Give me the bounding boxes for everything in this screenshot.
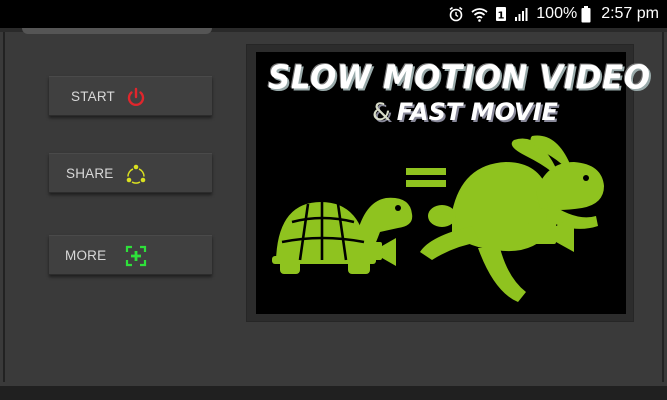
app-content: START SHARE MORE SLOW MOTION VIDEO & FAS… xyxy=(0,28,667,400)
power-icon xyxy=(125,86,147,108)
add-more-icon xyxy=(125,245,147,267)
right-edge-line xyxy=(662,32,664,382)
clock-time: 2:57 pm xyxy=(601,5,659,22)
svg-text:1: 1 xyxy=(498,11,505,22)
poster-title: SLOW MOTION VIDEO xyxy=(268,59,651,97)
top-tab-indicator xyxy=(22,28,212,34)
start-button[interactable]: START xyxy=(49,76,212,116)
signal-icon xyxy=(514,7,529,21)
share-label: SHARE xyxy=(66,165,114,181)
wifi-icon xyxy=(471,7,488,22)
poster-subtitle-line: & FAST MOVIE xyxy=(372,98,558,126)
bottom-bar xyxy=(0,386,667,400)
more-label: MORE xyxy=(65,247,107,263)
share-button[interactable]: SHARE xyxy=(49,153,212,193)
alarm-icon xyxy=(448,6,464,22)
left-edge-line xyxy=(3,32,5,382)
poster-subtitle: FAST MOVIE xyxy=(396,98,558,126)
start-label: START xyxy=(71,88,116,104)
share-icon xyxy=(125,163,147,185)
more-button[interactable]: MORE xyxy=(49,235,212,275)
poster-frame: SLOW MOTION VIDEO & FAST MOVIE xyxy=(246,44,651,322)
promo-poster[interactable]: SLOW MOTION VIDEO & FAST MOVIE xyxy=(256,52,651,314)
battery-percent: 100% xyxy=(536,5,578,22)
status-bar: 1 100% 2:57 pm xyxy=(0,0,667,28)
poster-ampersand: & xyxy=(372,98,391,126)
battery-icon xyxy=(581,5,591,23)
notification-badge-icon: 1 xyxy=(495,6,507,22)
